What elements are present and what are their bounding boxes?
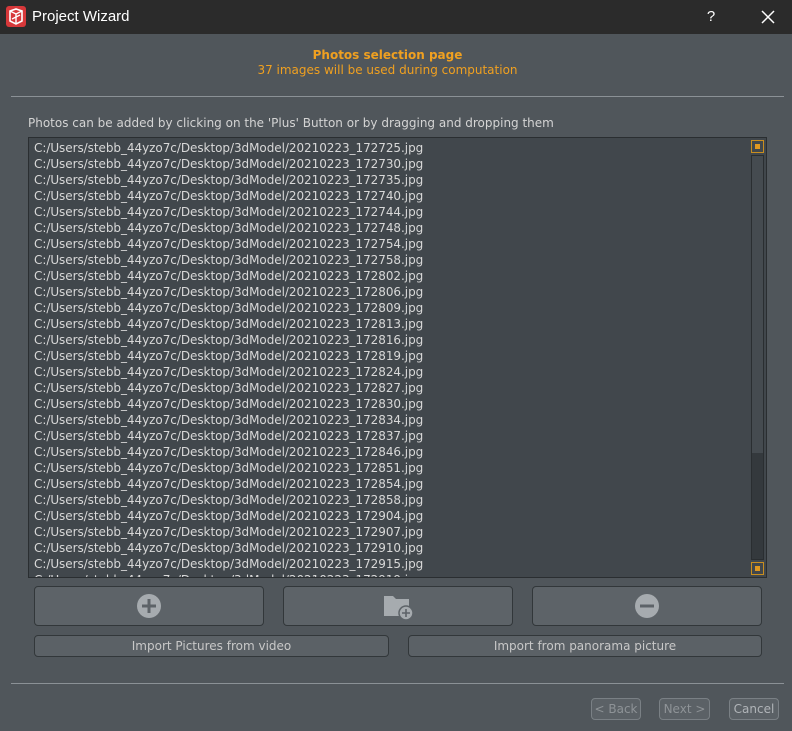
scroll-thumb[interactable] [752, 156, 763, 453]
window-title: Project Wizard [32, 8, 130, 25]
page-title: Photos selection page [312, 48, 463, 62]
import-panorama-button[interactable]: Import from panorama picture [408, 635, 762, 657]
add-folder-button[interactable] [283, 586, 513, 626]
photo-list[interactable]: C:/Users/stebb_44yzo7c/Desktop/3dModel/2… [29, 138, 747, 577]
photo-list-box[interactable]: C:/Users/stebb_44yzo7c/Desktop/3dModel/2… [28, 137, 767, 578]
photo-list-item[interactable]: C:/Users/stebb_44yzo7c/Desktop/3dModel/2… [29, 268, 747, 284]
footer-divider [11, 683, 784, 684]
title-bar: Project Wizard ? [0, 0, 792, 34]
photo-list-item[interactable]: C:/Users/stebb_44yzo7c/Desktop/3dModel/2… [29, 556, 747, 572]
photo-list-item[interactable]: C:/Users/stebb_44yzo7c/Desktop/3dModel/2… [29, 156, 747, 172]
photo-list-item[interactable]: C:/Users/stebb_44yzo7c/Desktop/3dModel/2… [29, 220, 747, 236]
photo-list-item[interactable]: C:/Users/stebb_44yzo7c/Desktop/3dModel/2… [29, 460, 747, 476]
vertical-scrollbar[interactable] [749, 138, 766, 577]
scroll-track[interactable] [751, 155, 764, 560]
back-button[interactable]: < Back [591, 698, 641, 720]
scroll-up-icon[interactable] [751, 140, 764, 153]
photo-list-item[interactable]: C:/Users/stebb_44yzo7c/Desktop/3dModel/2… [29, 204, 747, 220]
page-subtitle: 37 images will be used during computatio… [257, 63, 518, 77]
remove-photo-button[interactable] [532, 586, 762, 626]
instructions-text: Photos can be added by clicking on the '… [28, 116, 554, 130]
photo-list-item[interactable]: C:/Users/stebb_44yzo7c/Desktop/3dModel/2… [29, 380, 747, 396]
photo-list-item[interactable]: C:/Users/stebb_44yzo7c/Desktop/3dModel/2… [29, 348, 747, 364]
scroll-down-icon[interactable] [751, 562, 764, 575]
close-icon [761, 10, 775, 24]
folder-add-icon [384, 596, 414, 621]
photo-list-item[interactable]: C:/Users/stebb_44yzo7c/Desktop/3dModel/2… [29, 428, 747, 444]
add-photos-button[interactable] [34, 586, 264, 626]
photo-list-item[interactable]: C:/Users/stebb_44yzo7c/Desktop/3dModel/2… [29, 284, 747, 300]
minus-circle-icon [635, 594, 659, 618]
photo-list-item[interactable]: C:/Users/stebb_44yzo7c/Desktop/3dModel/2… [29, 540, 747, 556]
photo-list-item[interactable]: C:/Users/stebb_44yzo7c/Desktop/3dModel/2… [29, 508, 747, 524]
help-button[interactable]: ? [700, 6, 722, 28]
import-video-button[interactable]: Import Pictures from video [34, 635, 389, 657]
photo-list-item[interactable]: C:/Users/stebb_44yzo7c/Desktop/3dModel/2… [29, 572, 747, 577]
next-button[interactable]: Next > [659, 698, 710, 720]
photo-list-item[interactable]: C:/Users/stebb_44yzo7c/Desktop/3dModel/2… [29, 396, 747, 412]
close-button[interactable] [757, 6, 779, 28]
photo-list-item[interactable]: C:/Users/stebb_44yzo7c/Desktop/3dModel/2… [29, 252, 747, 268]
header-divider [11, 96, 784, 97]
photo-list-item[interactable]: C:/Users/stebb_44yzo7c/Desktop/3dModel/2… [29, 236, 747, 252]
photo-list-item[interactable]: C:/Users/stebb_44yzo7c/Desktop/3dModel/2… [29, 476, 747, 492]
photo-list-item[interactable]: C:/Users/stebb_44yzo7c/Desktop/3dModel/2… [29, 332, 747, 348]
photo-list-item[interactable]: C:/Users/stebb_44yzo7c/Desktop/3dModel/2… [29, 300, 747, 316]
plus-circle-icon [137, 594, 161, 618]
photo-list-item[interactable]: C:/Users/stebb_44yzo7c/Desktop/3dModel/2… [29, 316, 747, 332]
photo-list-item[interactable]: C:/Users/stebb_44yzo7c/Desktop/3dModel/2… [29, 492, 747, 508]
photo-list-item[interactable]: C:/Users/stebb_44yzo7c/Desktop/3dModel/2… [29, 188, 747, 204]
cancel-button[interactable]: Cancel [729, 698, 779, 720]
photo-list-item[interactable]: C:/Users/stebb_44yzo7c/Desktop/3dModel/2… [29, 444, 747, 460]
photo-list-item[interactable]: C:/Users/stebb_44yzo7c/Desktop/3dModel/2… [29, 524, 747, 540]
photo-list-item[interactable]: C:/Users/stebb_44yzo7c/Desktop/3dModel/2… [29, 364, 747, 380]
app-logo-icon [6, 6, 26, 27]
photo-list-item[interactable]: C:/Users/stebb_44yzo7c/Desktop/3dModel/2… [29, 140, 747, 156]
photo-list-item[interactable]: C:/Users/stebb_44yzo7c/Desktop/3dModel/2… [29, 412, 747, 428]
photo-list-item[interactable]: C:/Users/stebb_44yzo7c/Desktop/3dModel/2… [29, 172, 747, 188]
